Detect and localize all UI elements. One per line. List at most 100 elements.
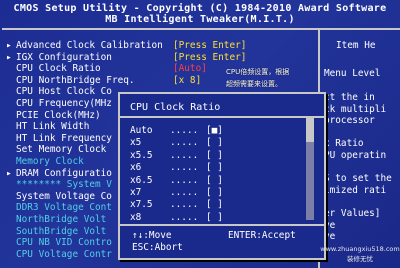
leader-dots: ..... xyxy=(170,199,199,211)
menu-item[interactable]: System Voltage Co xyxy=(6,191,112,202)
watermark-text: 装修无忧 xyxy=(347,255,373,263)
help-line: er Values] xyxy=(324,208,381,219)
menu-item-label: NorthBridge Volt xyxy=(16,214,107,225)
ratio-option[interactable]: x8..... [ ] xyxy=(130,211,223,222)
scrollbar-thumb[interactable] xyxy=(306,118,314,142)
cpu-clock-ratio-dialog: CPU Clock Ratio Auto..... [■] x5.....[ ] x5… xyxy=(118,92,326,260)
menu-item-label: DDR3 Voltage Cont xyxy=(16,202,112,214)
help-line: x Ratio xyxy=(324,138,364,150)
menu-item-label: CPU Host Clock Co xyxy=(16,86,112,98)
setup-utility-title: CMOS Setup Utility - Copyright (C) 1984-… xyxy=(13,3,387,14)
dialog-divider xyxy=(120,116,324,118)
ratio-option[interactable]: x7.5..... [ ] xyxy=(130,198,223,211)
ratio-option-label: x5.5 xyxy=(130,149,153,161)
menu-item-label: Memory Clock xyxy=(16,156,84,167)
selection-checkbox[interactable]: [ ] xyxy=(206,149,223,162)
menu-item[interactable]: ******** System V xyxy=(6,179,112,190)
help-line: ct the in xyxy=(324,92,375,103)
ratio-option-label: Auto xyxy=(130,125,153,136)
ratio-option-label: x5 xyxy=(130,137,142,149)
menu-item-label: HT Link Frequency xyxy=(16,132,112,144)
menu-item-value[interactable]: [Press Enter] xyxy=(173,52,246,63)
menu-item[interactable]: CPU Voltage Contr xyxy=(6,249,112,260)
menu-item-label: PCIE Clock(MHz) xyxy=(16,109,101,121)
submenu-arrow-icon: ▸ xyxy=(6,40,12,51)
menu-item[interactable]: CPU Clock Ratio [Auto] xyxy=(6,63,207,75)
page-title: MB Intelligent Tweaker(M.I.T.) xyxy=(105,14,295,25)
abort-key-hint: ESC:Abort xyxy=(132,242,183,253)
item-help-title: Item He xyxy=(336,40,376,51)
submenu-arrow-icon: ▸ xyxy=(6,167,12,179)
menu-item-value[interactable]: [Auto] xyxy=(173,63,207,74)
help-line: S to set the xyxy=(324,173,392,185)
menu-item[interactable]: PCIE Clock(MHz) xyxy=(6,110,101,121)
accept-key-hint: ENTER:Accept xyxy=(228,230,296,241)
ratio-option-label: x8 xyxy=(130,211,142,222)
menu-item-label: IGX Configuration xyxy=(16,51,112,63)
menu-item-label: CPU Frequency(MHz xyxy=(16,98,112,109)
selection-checkbox[interactable]: [ ] xyxy=(206,161,223,174)
selection-checkbox[interactable]: [ ] xyxy=(206,186,223,199)
menu-item-label: System Voltage Co xyxy=(16,190,112,202)
dialog-title: CPU Clock Ratio xyxy=(130,102,221,113)
menu-item[interactable]: SouthBridge Volt xyxy=(6,226,106,237)
menu-item[interactable]: HT Link Frequency xyxy=(6,133,112,144)
menu-item-label: SouthBridge Volt xyxy=(16,225,107,237)
leader-dots: ..... xyxy=(170,211,199,222)
submenu-arrow-icon: ▸ xyxy=(6,51,12,63)
selection-checkbox[interactable]: [■] xyxy=(206,124,223,137)
move-key-hint: ↑↓:Move xyxy=(132,230,172,241)
leader-dots: ..... xyxy=(170,187,199,198)
menu-item[interactable]: NorthBridge Volt xyxy=(6,214,106,225)
menu-item[interactable]: ▸ IGX Configuration [Press Enter] xyxy=(6,51,246,63)
leader-dots: ..... xyxy=(170,125,199,136)
menu-item-label: CPU NB VID Contro xyxy=(16,237,112,249)
menu-item[interactable]: Set Memory Clock xyxy=(6,144,106,155)
frame-divider xyxy=(2,28,400,30)
ratio-option[interactable]: x5..... [ ] xyxy=(130,136,223,149)
menu-item[interactable]: Memory Clock xyxy=(6,156,84,167)
menu-item[interactable]: CPU Host Clock Co xyxy=(6,86,112,97)
ratio-option[interactable]: x5.5..... [ ] xyxy=(130,149,223,162)
leader-dots: ..... xyxy=(170,162,199,174)
ratio-option[interactable]: Auto..... [■] xyxy=(130,124,223,137)
ratio-option-list[interactable]: Auto..... [■] x5.....[ ] x5.5.....[ ] x6....… xyxy=(120,122,324,222)
selection-checkbox[interactable]: [ ] xyxy=(206,211,223,222)
selection-checkbox[interactable]: [ ] xyxy=(206,174,223,187)
menu-item-label: CPU Voltage Contr xyxy=(16,248,112,260)
menu-item-label: DRAM Configuratio xyxy=(16,167,112,179)
leader-dots: ..... xyxy=(170,174,199,186)
menu-item-value[interactable]: [Press Enter] xyxy=(173,40,246,51)
selection-checkbox[interactable]: [ ] xyxy=(206,136,223,149)
help-line: ck multipli xyxy=(324,103,387,115)
selection-checkbox[interactable]: [ ] xyxy=(206,198,223,211)
annotation-line: CPU倍频设置，根据 xyxy=(226,68,290,76)
menu-item[interactable]: CPU NB VID Contro xyxy=(6,237,112,248)
ratio-option-label: x6 xyxy=(130,162,142,174)
leader-dots: ..... xyxy=(170,137,199,149)
ratio-option[interactable]: x6..... [ ] xyxy=(130,161,223,174)
menu-item-label: Advanced Clock Calibration xyxy=(16,40,163,51)
help-line: processor xyxy=(324,115,375,127)
ratio-option-label: x6.5 xyxy=(130,174,153,186)
leader-dots: ..... xyxy=(170,149,199,161)
menu-item[interactable]: CPU Frequency(MHz xyxy=(6,98,112,109)
ratio-option[interactable]: x6.5..... [ ] xyxy=(130,174,223,187)
dialog-divider xyxy=(120,224,324,226)
menu-item[interactable]: ▸ Advanced Clock Calibration [Press Enter] xyxy=(6,40,246,51)
menu-item-value[interactable]: [x 8] xyxy=(173,75,201,86)
menu-item-label: CPU Clock Ratio xyxy=(16,63,101,75)
help-line: PU operatin xyxy=(324,150,387,161)
menu-item[interactable]: ▸ DRAM Configuratio xyxy=(6,168,112,179)
watermark: www.zhuangxiu518.com 装修无忧 xyxy=(320,244,400,264)
menu-item[interactable]: CPU NorthBridge Freq. [x 8] xyxy=(6,75,201,86)
bios-screen: CMOS Setup Utility - Copyright (C) 1984-… xyxy=(0,0,400,268)
ratio-option-label: x7 xyxy=(130,187,142,198)
ratio-option-label: x7.5 xyxy=(130,199,153,211)
annotation-line: 超频需要来设置。 xyxy=(226,80,282,88)
menu-item-label: ******** System V xyxy=(16,179,112,191)
menu-level-label: Menu Level xyxy=(324,68,381,79)
menu-item[interactable]: DDR3 Voltage Cont xyxy=(6,202,112,213)
menu-item[interactable]: HT Link Width xyxy=(6,121,89,132)
ratio-option[interactable]: x7..... [ ] xyxy=(130,186,223,199)
